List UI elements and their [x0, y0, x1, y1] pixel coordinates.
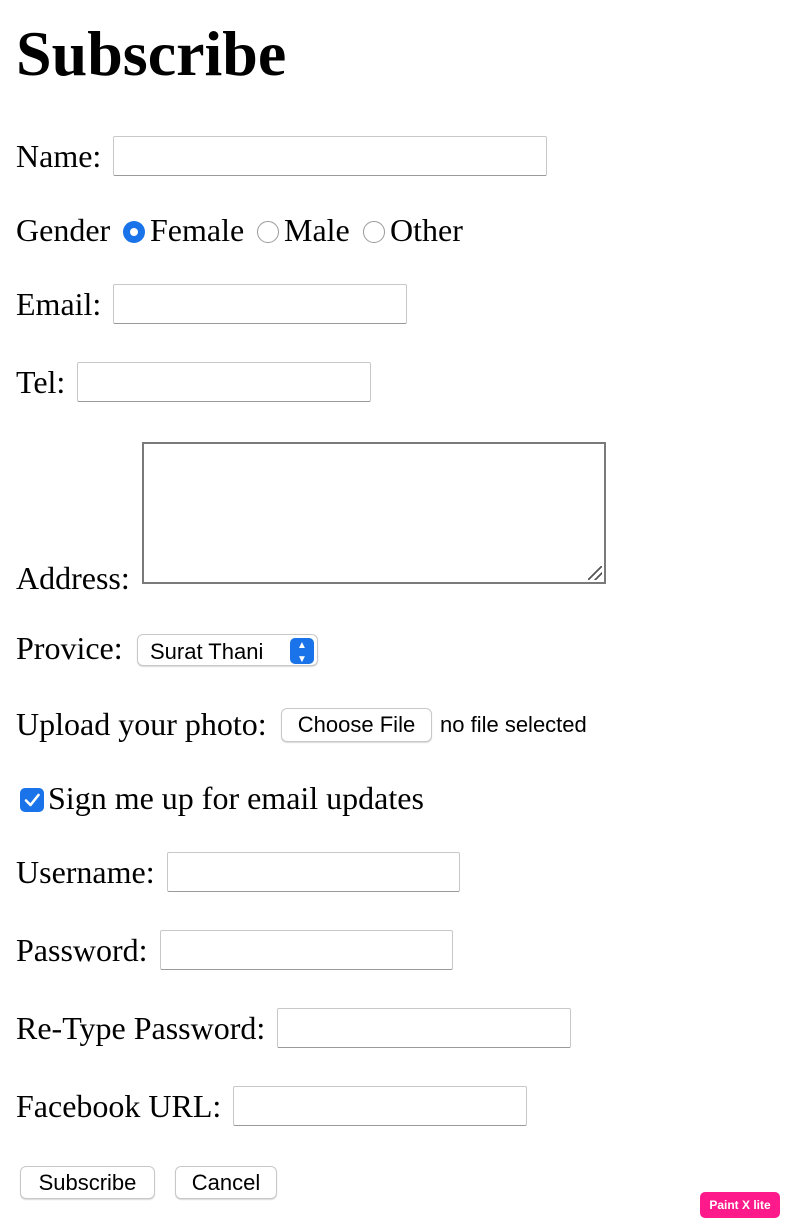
chevron-up-down-icon: ▲ ▼ — [290, 638, 314, 665]
gender-label: Gender — [16, 212, 111, 248]
resize-grip-icon[interactable] — [588, 566, 602, 580]
address-textarea[interactable] — [142, 442, 606, 584]
address-label: Address: — [16, 560, 130, 596]
facebook-url-input[interactable] — [233, 1086, 527, 1126]
choose-file-button[interactable]: Choose File — [281, 708, 432, 742]
subscribe-button-label: Subscribe — [38, 1170, 137, 1195]
choose-file-button-label: Choose File — [297, 712, 416, 737]
name-input[interactable] — [113, 136, 547, 176]
gender-male-label: Male — [284, 212, 350, 248]
tel-label: Tel: — [16, 364, 66, 400]
tel-field[interactable] — [77, 362, 371, 402]
gender-other-label: Other — [390, 212, 463, 248]
province-select[interactable]: Surat Thani ▲ ▼ — [137, 634, 318, 666]
username-label: Username: — [16, 854, 155, 890]
gender-female-label: Female — [150, 212, 245, 248]
paint-x-lite-badge: Paint X lite — [700, 1192, 780, 1218]
newsletter-label: Sign me up for email updates — [48, 780, 424, 816]
subscribe-button[interactable]: Subscribe — [20, 1166, 155, 1199]
province-selected-value: Surat Thani — [150, 639, 264, 664]
newsletter-checkbox[interactable] — [20, 788, 44, 812]
file-status: no file selected — [440, 712, 587, 737]
password-label: Password: — [16, 932, 148, 968]
username-input[interactable] — [167, 852, 460, 892]
gender-other-radio[interactable] — [363, 221, 385, 243]
photo-label: Upload your photo: — [16, 706, 267, 742]
password-input[interactable] — [160, 930, 453, 970]
name-label: Name: — [16, 138, 102, 174]
cancel-button[interactable]: Cancel — [175, 1166, 277, 1199]
facebook-url-label: Facebook URL: — [16, 1088, 222, 1124]
retype-password-input[interactable] — [277, 1008, 571, 1048]
cancel-button-label: Cancel — [191, 1170, 261, 1195]
province-label: Provice: — [16, 630, 123, 666]
retype-password-label: Re-Type Password: — [16, 1010, 266, 1046]
page-title: Subscribe — [16, 18, 287, 89]
email-label: Email: — [16, 286, 102, 322]
checkmark-icon — [24, 793, 40, 807]
gender-female-radio[interactable] — [123, 221, 145, 243]
email-field[interactable] — [113, 284, 407, 324]
gender-male-radio[interactable] — [257, 221, 279, 243]
